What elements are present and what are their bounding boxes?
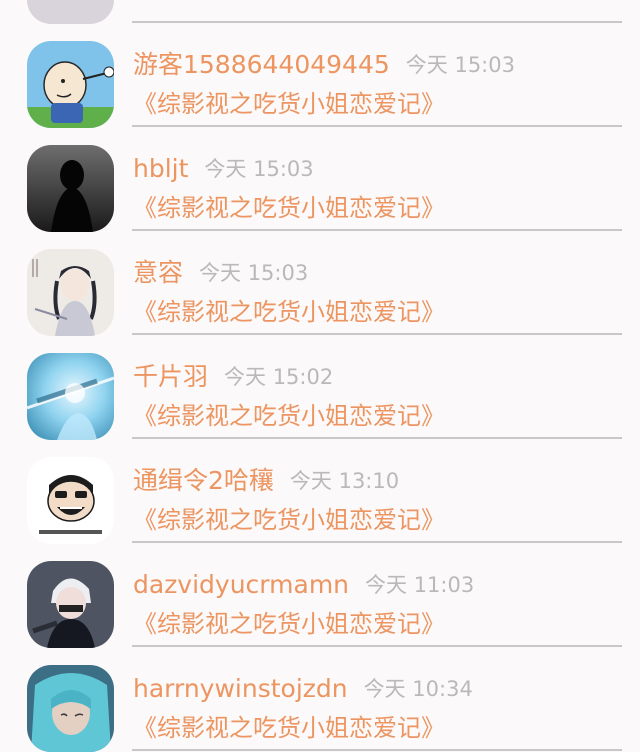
book-title: 《综影视之吃货小姐恋爱记》	[133, 402, 445, 430]
list-item[interactable]: dazvidyucrmamn 今天 11:03 《综影视之吃货小姐恋爱记》	[0, 540, 640, 648]
read-time: 今天 11:03	[365, 573, 475, 597]
divider	[132, 749, 622, 751]
avatar[interactable]	[27, 561, 114, 648]
avatar[interactable]	[27, 353, 114, 440]
book-title: 《综影视之吃货小姐恋爱记》	[133, 194, 445, 222]
user-name: harrnywinstojzdn	[133, 674, 348, 703]
avatar[interactable]	[27, 457, 114, 544]
user-name-line: hbljt 今天 15:03	[133, 151, 314, 187]
book-title: 《综影视之吃货小姐恋爱记》	[133, 506, 445, 534]
list-item[interactable]: hbljt 今天 15:03 《综影视之吃货小姐恋爱记》	[0, 124, 640, 232]
avatar-image	[27, 145, 114, 232]
user-name-line: 千片羽 今天 15:02	[133, 359, 333, 395]
list-item[interactable]	[0, 0, 640, 24]
book-title: 《综影视之吃货小姐恋爱记》	[133, 298, 445, 326]
avatar[interactable]	[27, 145, 114, 232]
list-item[interactable]: 游客1588644049445 今天 15:03 《综影视之吃货小姐恋爱记》	[0, 20, 640, 128]
reader-list: 游客1588644049445 今天 15:03 《综影视之吃货小姐恋爱记》 hb…	[0, 0, 640, 752]
user-name-line: dazvidyucrmamn 今天 11:03	[133, 567, 474, 603]
user-name: 意容	[133, 258, 184, 287]
list-item[interactable]: 千片羽 今天 15:02 《综影视之吃货小姐恋爱记》	[0, 332, 640, 440]
list-item[interactable]: harrnywinstojzdn 今天 10:34 《综影视之吃货小姐恋爱记》	[0, 644, 640, 752]
avatar-image	[27, 665, 114, 752]
read-time: 今天 15:03	[204, 157, 314, 181]
user-name-line: harrnywinstojzdn 今天 10:34	[133, 671, 473, 707]
book-title: 《综影视之吃货小姐恋爱记》	[133, 90, 445, 118]
avatar-image	[27, 41, 114, 128]
user-name-line: 通缉令2哈穰 今天 13:10	[133, 463, 399, 499]
read-time: 今天 15:03	[405, 53, 515, 77]
read-time: 今天 10:34	[363, 677, 473, 701]
avatar-image	[27, 457, 114, 544]
user-name: 千片羽	[133, 362, 209, 391]
avatar-image	[27, 249, 114, 336]
avatar[interactable]	[27, 249, 114, 336]
user-name-line: 意容 今天 15:03	[133, 255, 308, 291]
read-time: 今天 15:02	[224, 365, 334, 389]
user-name: 游客1588644049445	[133, 50, 390, 79]
user-name-line: 游客1588644049445 今天 15:03	[133, 47, 515, 83]
avatar-image	[27, 561, 114, 648]
user-name: dazvidyucrmamn	[133, 570, 350, 599]
avatar-image	[27, 353, 114, 440]
avatar[interactable]	[27, 665, 114, 752]
read-time: 今天 15:03	[199, 261, 309, 285]
list-item[interactable]: 通缉令2哈穰 今天 13:10 《综影视之吃货小姐恋爱记》	[0, 436, 640, 544]
user-name: 通缉令2哈穰	[133, 466, 274, 495]
avatar[interactable]	[27, 41, 114, 128]
list-item[interactable]: 意容 今天 15:03 《综影视之吃货小姐恋爱记》	[0, 228, 640, 336]
book-title: 《综影视之吃货小姐恋爱记》	[133, 610, 445, 638]
read-time: 今天 13:10	[289, 469, 400, 493]
book-title: 《综影视之吃货小姐恋爱记》	[133, 714, 445, 742]
user-name: hbljt	[133, 154, 189, 183]
